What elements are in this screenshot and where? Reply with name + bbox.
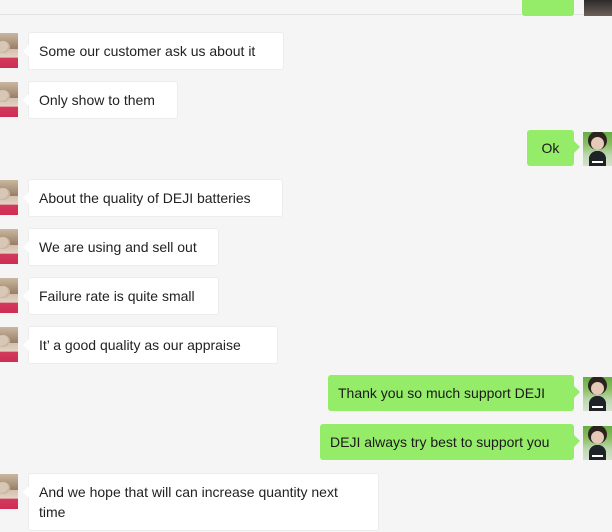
message-row: DEJI always try best to support you <box>0 424 612 460</box>
outgoing-message-bubble[interactable]: Thank you so much support DEJI <box>328 375 580 411</box>
my-avatar[interactable] <box>583 426 612 460</box>
my-avatar[interactable] <box>583 377 612 411</box>
message-row: Ok <box>0 130 612 166</box>
my-avatar-partial[interactable] <box>584 0 612 16</box>
contact-avatar[interactable] <box>0 33 18 68</box>
contact-avatar[interactable] <box>0 474 18 509</box>
incoming-message-bubble[interactable]: It’ a good quality as our appraise <box>23 326 278 364</box>
message-row: Only show to them <box>0 81 612 119</box>
message-row: It’ a good quality as our appraise <box>0 326 612 364</box>
chat-window: Some our customer ask us about it Only s… <box>0 0 612 532</box>
contact-avatar[interactable] <box>0 82 18 117</box>
contact-avatar[interactable] <box>0 327 18 362</box>
top-divider <box>0 14 612 15</box>
outgoing-message-bubble-partial[interactable] <box>522 0 574 16</box>
incoming-message-bubble[interactable]: And we hope that will can increase quant… <box>23 473 379 531</box>
message-row: About the quality of DEJI batteries <box>0 179 612 217</box>
my-avatar[interactable] <box>583 132 612 166</box>
incoming-message-bubble[interactable]: Some our customer ask us about it <box>23 32 284 70</box>
incoming-message-bubble[interactable]: We are using and sell out <box>23 228 219 266</box>
outgoing-message-bubble[interactable]: Ok <box>527 130 580 166</box>
message-row: Some our customer ask us about it <box>0 32 612 70</box>
contact-avatar[interactable] <box>0 278 18 313</box>
outgoing-message-bubble[interactable]: DEJI always try best to support you <box>320 424 580 460</box>
incoming-message-bubble[interactable]: About the quality of DEJI batteries <box>23 179 283 217</box>
message-row: Failure rate is quite small <box>0 277 612 315</box>
message-row: We are using and sell out <box>0 228 612 266</box>
message-row: And we hope that will can increase quant… <box>0 473 612 531</box>
incoming-message-bubble[interactable]: Failure rate is quite small <box>23 277 219 315</box>
contact-avatar[interactable] <box>0 180 18 215</box>
incoming-message-bubble[interactable]: Only show to them <box>23 81 178 119</box>
contact-avatar[interactable] <box>0 229 18 264</box>
message-row: Thank you so much support DEJI <box>0 375 612 411</box>
